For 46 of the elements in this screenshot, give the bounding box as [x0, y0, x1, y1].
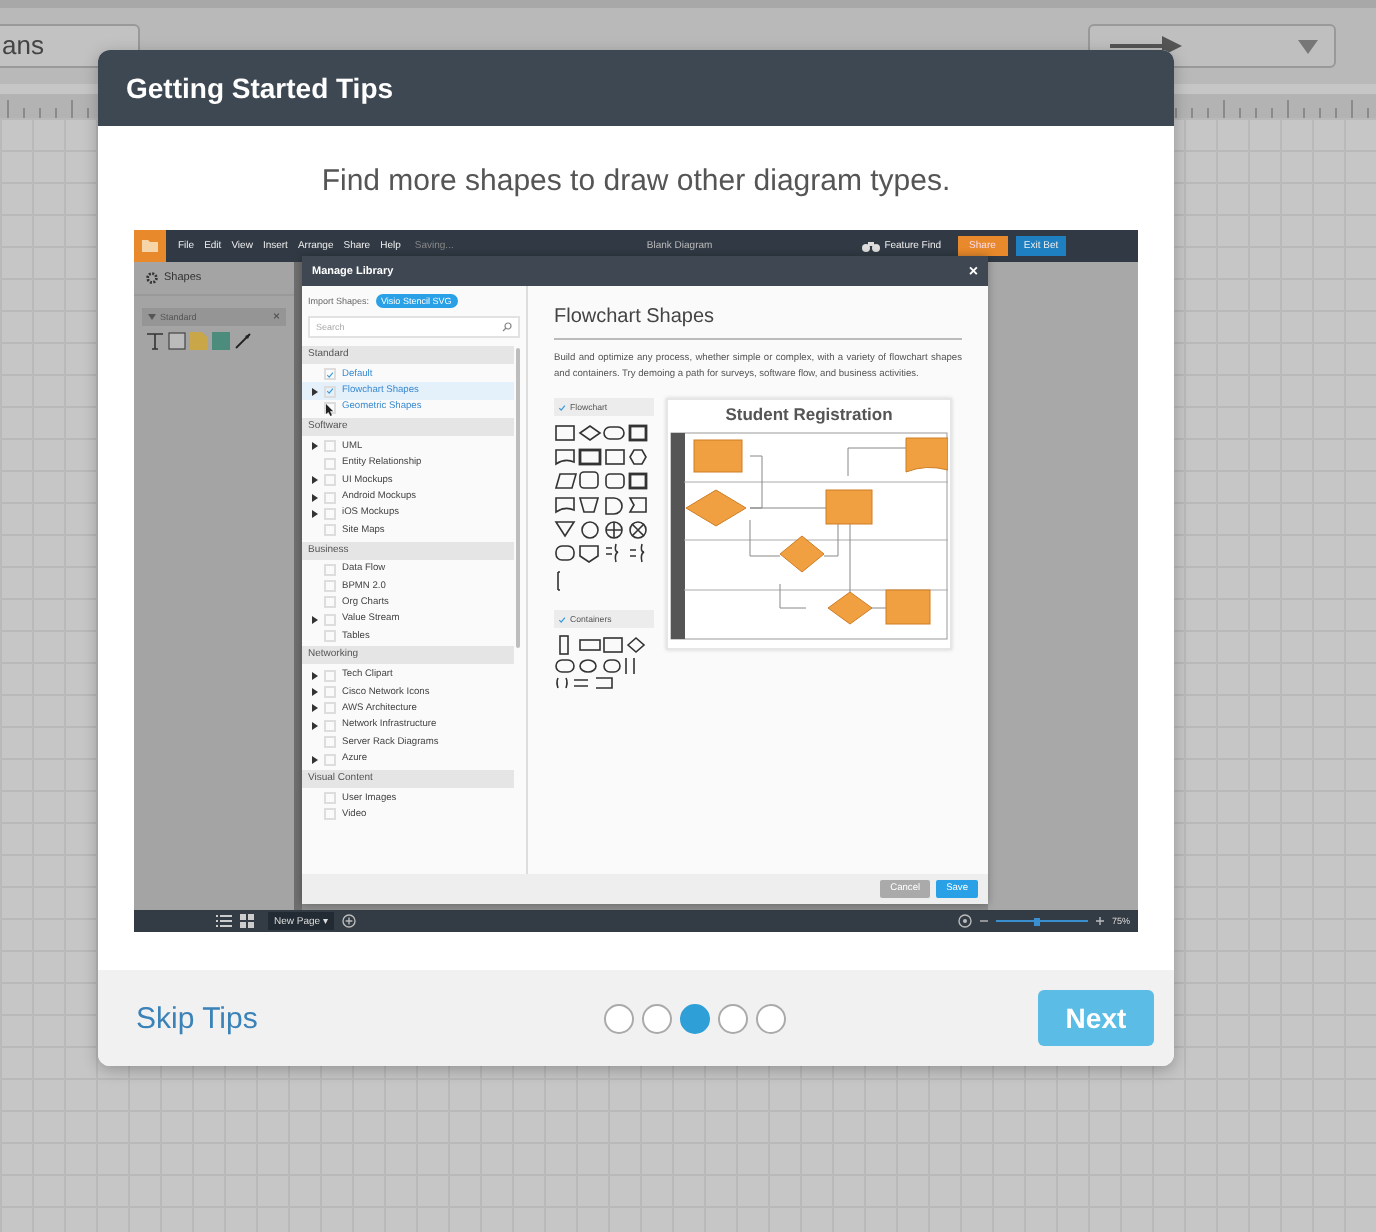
expand-arrow-icon[interactable]	[312, 476, 318, 485]
scrollbar[interactable]	[516, 348, 520, 648]
checkbox[interactable]	[324, 385, 336, 398]
page-dot[interactable]	[604, 1003, 635, 1033]
text-tool-icon[interactable]	[146, 332, 164, 350]
list-view-icon[interactable]	[216, 914, 232, 928]
expand-arrow-icon[interactable]	[312, 671, 318, 680]
expand-arrow-icon[interactable]	[312, 704, 318, 713]
page-dot[interactable]	[642, 1003, 673, 1033]
checkbox[interactable]	[558, 615, 566, 623]
zoom-slider[interactable]	[995, 917, 1088, 925]
expand-arrow-icon[interactable]	[312, 755, 318, 764]
rectangle-tool-icon[interactable]	[168, 332, 186, 350]
expand-arrow-icon[interactable]	[312, 688, 318, 697]
caret-icon	[1298, 39, 1318, 53]
checkbox[interactable]	[324, 368, 336, 381]
grid-view-icon[interactable]	[240, 914, 254, 928]
zoom-out-icon[interactable]	[979, 914, 988, 928]
checkbox[interactable]	[558, 403, 566, 411]
fit-icon[interactable]	[957, 914, 972, 928]
slider-thumb[interactable]	[1034, 917, 1041, 925]
search-icon	[502, 322, 512, 332]
shape-palette-drawing[interactable]	[554, 634, 650, 690]
tip-text: Find more shapes to draw other diagram types.	[321, 162, 951, 202]
arrow-icon	[1106, 34, 1186, 58]
expand-arrow-icon[interactable]	[312, 615, 318, 624]
page-dot[interactable]	[680, 1003, 711, 1033]
zoom-in-icon[interactable]	[1095, 914, 1104, 928]
expand-arrow-icon[interactable]	[312, 493, 318, 502]
expand-arrow-icon[interactable]	[312, 721, 318, 730]
gear-icon[interactable]	[146, 272, 158, 284]
page-dot[interactable]	[718, 1003, 749, 1033]
caret-icon	[148, 314, 156, 320]
page-dot[interactable]	[756, 1003, 787, 1033]
dialog-title: Getting Started Tips	[126, 72, 394, 104]
folder-icon[interactable]	[134, 230, 166, 262]
close-button[interactable]: ×	[968, 262, 978, 280]
add-icon[interactable]	[342, 914, 357, 928]
library-heading: Flowchart Shapes	[554, 286, 962, 340]
diagram-title: Student Registration	[725, 404, 893, 428]
skip-link[interactable]: Skip Tips	[136, 1001, 258, 1035]
binoculars-icon	[862, 240, 881, 252]
line-tool-icon[interactable]	[234, 332, 252, 350]
expand-arrow-icon[interactable]	[312, 509, 318, 518]
expand-arrow-icon[interactable]	[312, 387, 318, 396]
expand-arrow-icon[interactable]	[312, 442, 318, 451]
